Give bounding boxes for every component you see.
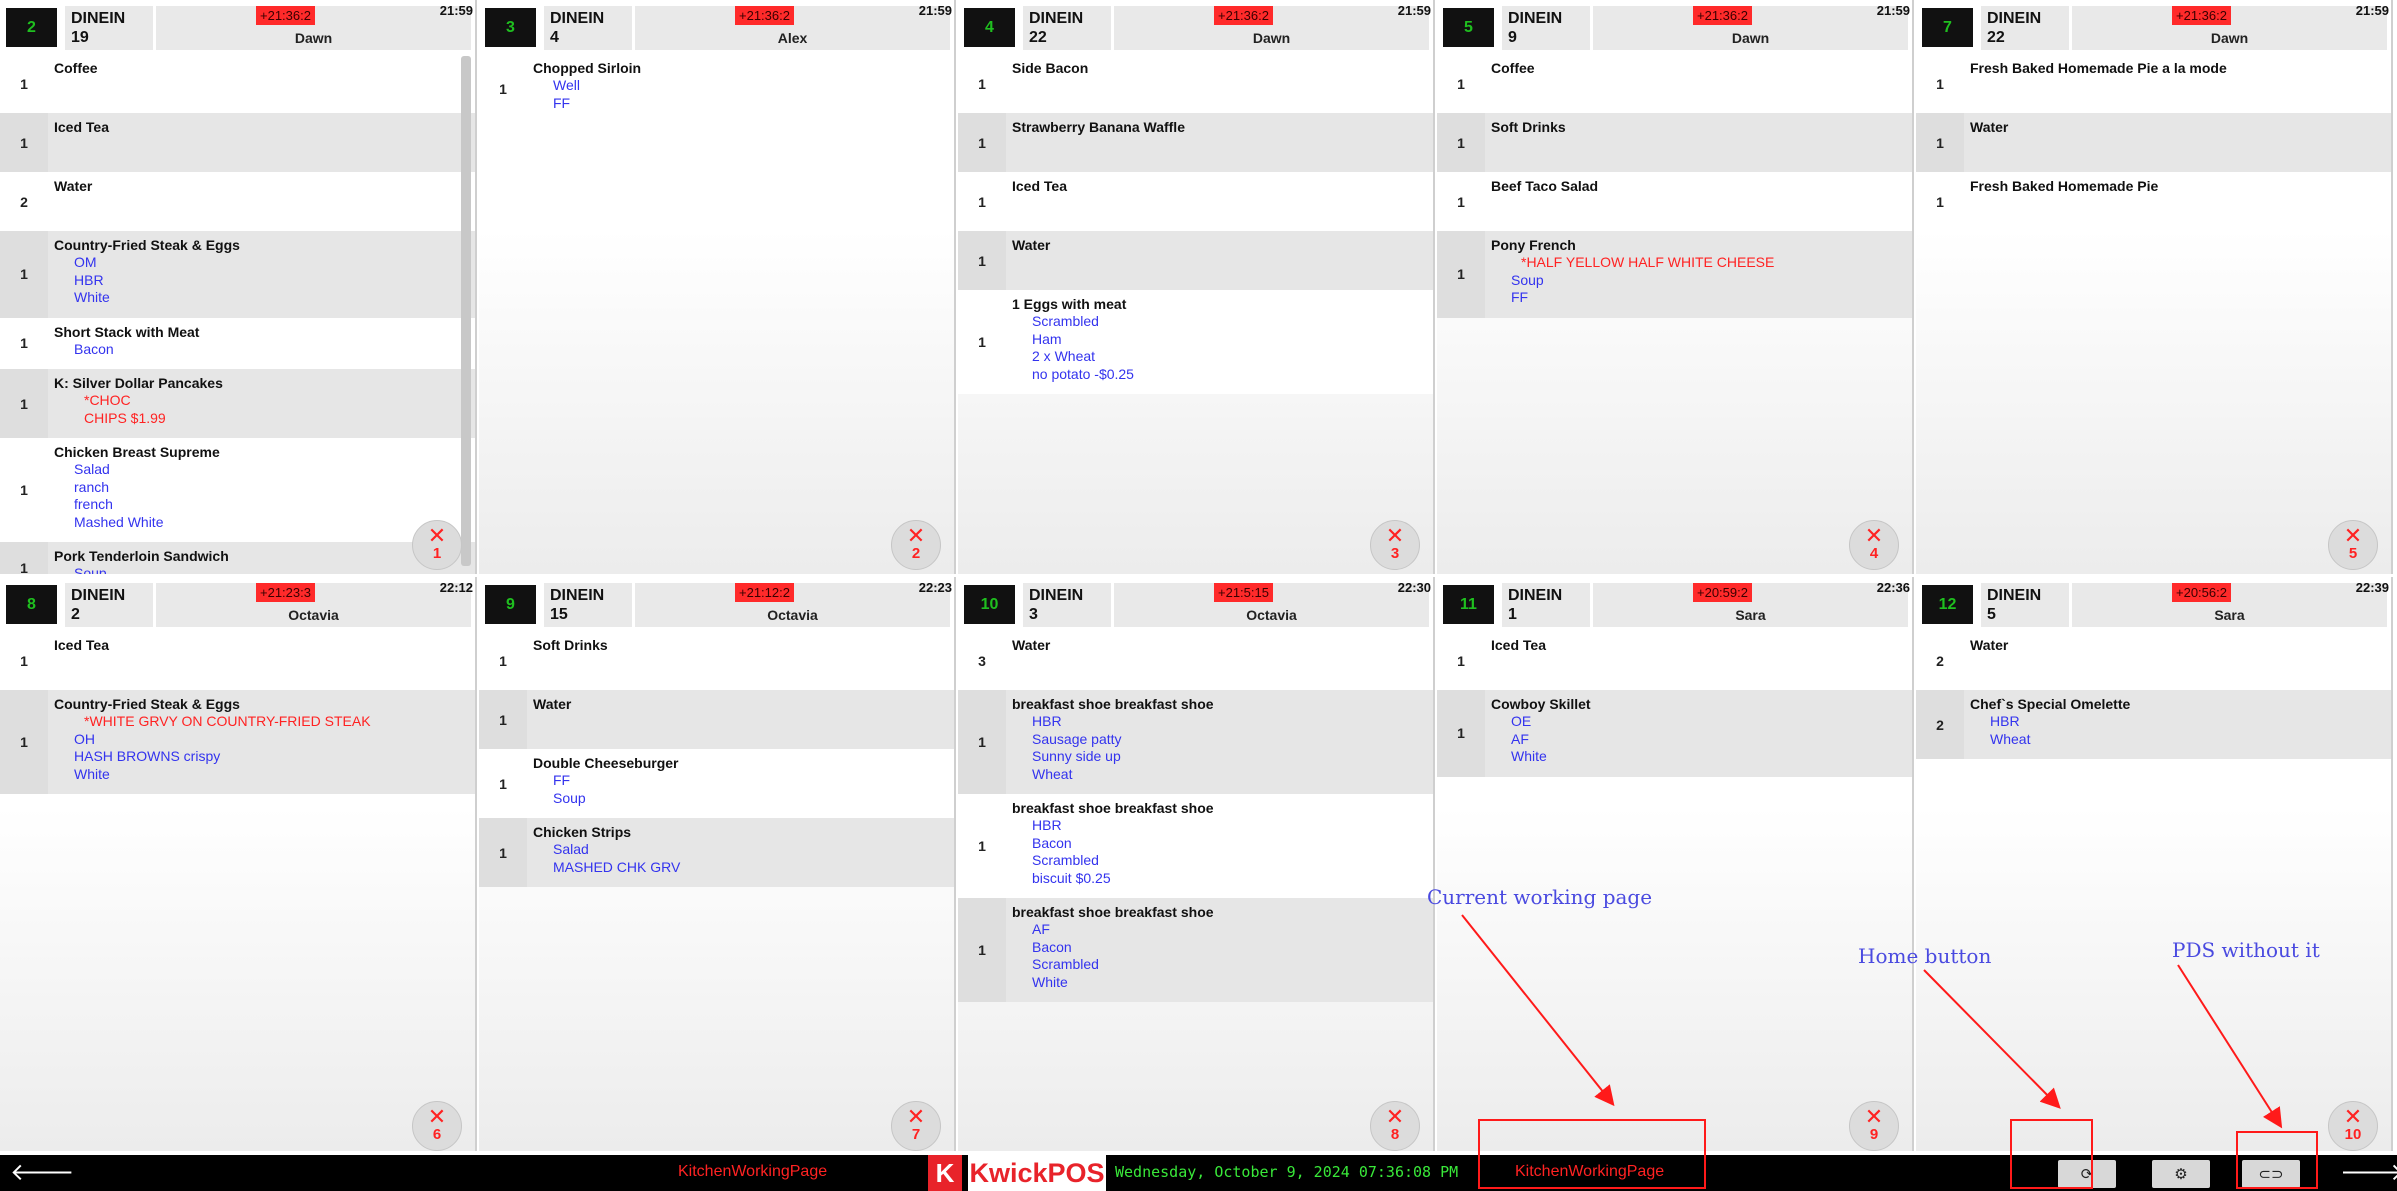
arrow-pds: [2177, 964, 2283, 1129]
arrow-current-page: [1461, 914, 1615, 1107]
arrow-home-button: [1923, 969, 2061, 1109]
annotation-arrows: [1461, 914, 2283, 1129]
